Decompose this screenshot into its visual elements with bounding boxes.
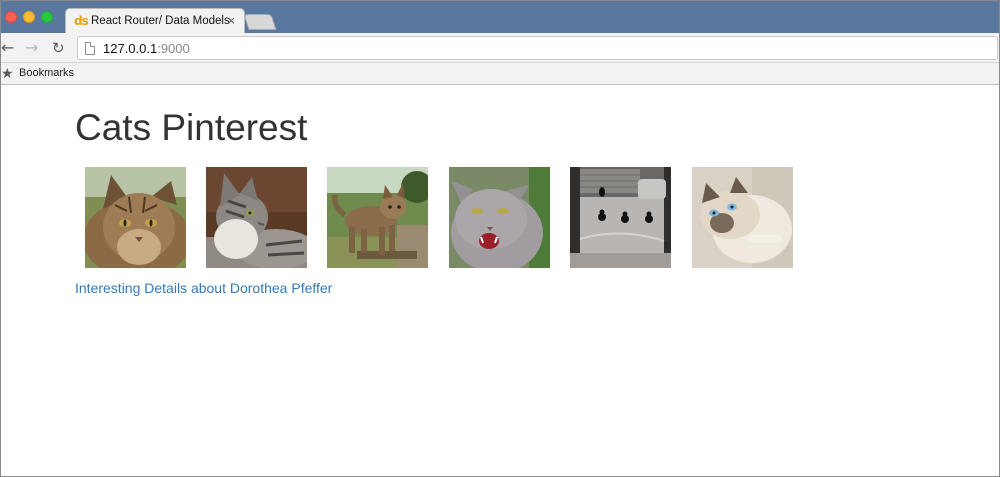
favicon-icon: ds [74,14,89,28]
details-link[interactable]: Interesting Details about Dorothea Pfeff… [75,280,332,296]
hissing-gray-cat-photo-icon[interactable] [449,167,550,268]
star-icon: ★ [1,65,14,81]
zoom-window-button[interactable] [41,11,53,23]
black-cats-on-street-photo-icon[interactable] [570,167,671,268]
forward-arrow-icon[interactable]: → [25,39,38,57]
url-host: 127.0.0.1 [103,41,158,56]
close-window-button[interactable] [5,11,17,23]
browser-window: ds React Router/ Data Models × ← → ↻ 127… [0,0,1000,477]
minimize-window-button[interactable] [23,11,35,23]
browser-toolbar: ← → ↻ 127.0.0.1:9000 [1,33,999,63]
tab-close-icon[interactable]: × [227,13,235,28]
tab-title: React Router/ Data Models [91,15,230,27]
url-port: :9000 [157,41,190,56]
page-title: Cats Pinterest [75,107,308,148]
page-content: Cats Pinterest Interesting Details about… [1,86,999,476]
new-tab-button[interactable] [243,14,277,30]
address-url[interactable]: 127.0.0.1:9000 [103,41,190,56]
reload-icon[interactable]: ↻ [52,39,65,57]
back-arrow-icon[interactable]: ← [1,39,14,57]
gray-tabby-cat-photo-icon[interactable] [206,167,307,268]
bookmarks-label[interactable]: Bookmarks [19,67,74,79]
tab-active[interactable]: ds React Router/ Data Models × [65,8,245,34]
walking-tabby-cat-photo-icon[interactable] [327,167,428,268]
siamese-cat-photo-icon[interactable] [692,167,793,268]
tab-bar: ds React Router/ Data Models × [1,1,999,34]
page-icon [85,42,95,55]
address-bar[interactable]: 127.0.0.1:9000 [77,36,998,60]
bookmarks-bar: ★ Bookmarks [1,63,999,85]
longhair-tabby-cat-photo-icon[interactable] [85,167,186,268]
